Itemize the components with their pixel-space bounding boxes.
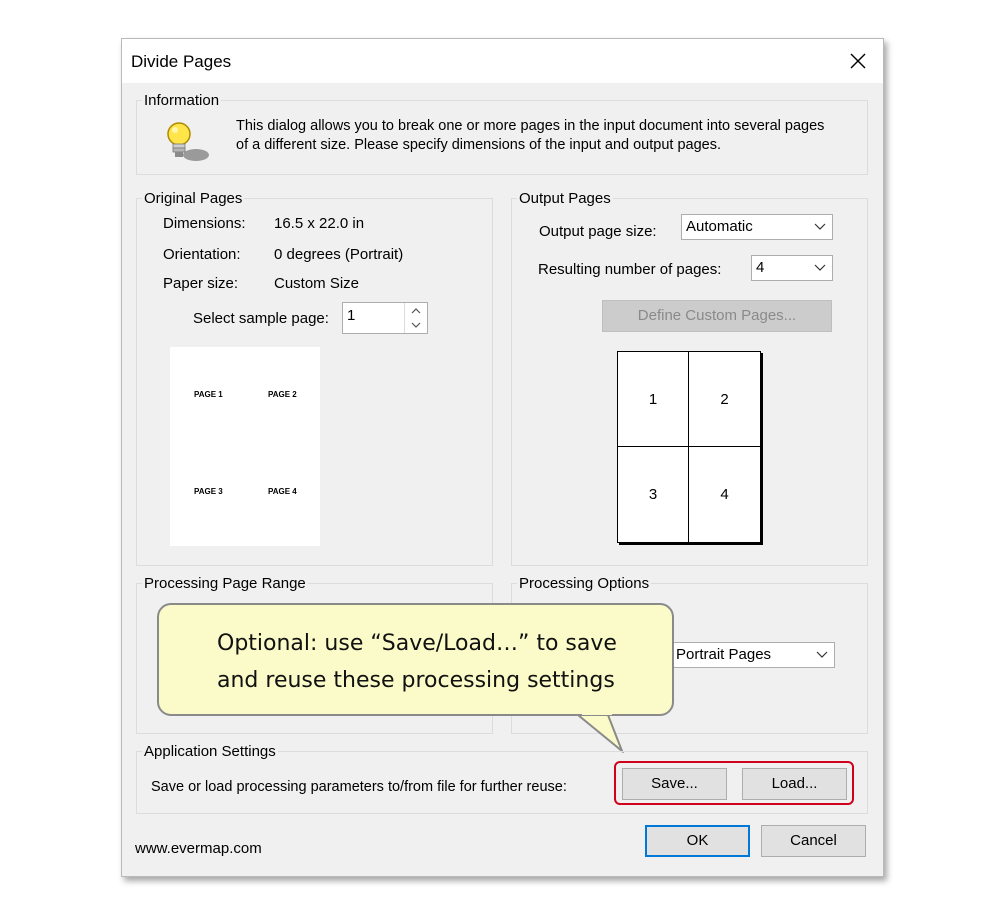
processing-range-title: Processing Page Range	[142, 575, 308, 592]
chevron-down-icon	[816, 651, 828, 658]
ok-button[interactable]: OK	[645, 825, 750, 857]
spin-down-icon	[411, 322, 421, 328]
callout-pointer-cover	[582, 711, 612, 715]
output-page-size-value: Automatic	[686, 218, 753, 235]
original-pages-title: Original Pages	[142, 190, 245, 207]
resulting-pages-value: 4	[756, 259, 765, 276]
information-text-line1: This dialog allows you to break one or m…	[236, 118, 825, 134]
dimensions-value: 16.5 x 22.0 in	[274, 215, 365, 232]
define-custom-pages-label: Define Custom Pages...	[637, 307, 797, 324]
callout-pointer	[578, 714, 624, 753]
information-title: Information	[142, 92, 222, 109]
close-icon[interactable]	[844, 47, 872, 75]
cancel-button[interactable]: Cancel	[761, 825, 866, 857]
dimensions-label: Dimensions:	[163, 215, 246, 232]
output-page-size-label: Output page size:	[539, 223, 657, 240]
resulting-pages-label: Resulting number of pages:	[538, 261, 722, 278]
chevron-down-icon	[814, 223, 826, 230]
orientation-value: 0 degrees (Portrait)	[274, 246, 404, 263]
title-bar[interactable]: Divide Pages	[122, 39, 883, 83]
grid-cell-number: 4	[720, 486, 729, 503]
thumb-label: PAGE 4	[268, 487, 297, 496]
tip-callout: Optional: use “Save/Load…” to save and r…	[157, 603, 674, 716]
output-page-size-select[interactable]: Automatic	[681, 214, 833, 240]
chevron-down-icon	[814, 264, 826, 271]
processing-options-select[interactable]: Portrait Pages	[662, 642, 835, 668]
callout-line1: Optional: use “Save/Load…” to save	[217, 631, 617, 656]
output-grid-cell: 2	[688, 351, 761, 447]
application-settings-title: Application Settings	[142, 743, 278, 760]
sample-page-value[interactable]: 1	[347, 307, 355, 324]
application-settings-description: Save or load processing parameters to/fr…	[151, 779, 567, 795]
output-page-grid: 1 2 3 4	[617, 351, 761, 543]
sample-page-label: Select sample page:	[193, 310, 329, 327]
spinner-up-button[interactable]	[404, 303, 427, 318]
define-custom-pages-button[interactable]: Define Custom Pages...	[602, 300, 832, 332]
lightbulb-icon	[167, 122, 209, 161]
information-text-line2: of a different size. Please specify dime…	[236, 137, 721, 153]
load-button[interactable]: Load...	[742, 768, 847, 800]
ok-button-label: OK	[686, 832, 709, 849]
spin-up-icon	[411, 308, 421, 314]
sample-page-spinner[interactable]: 1	[342, 302, 428, 334]
save-button[interactable]: Save...	[622, 768, 727, 800]
sample-page-preview: PAGE 1 PAGE 2 PAGE 3 PAGE 4	[170, 347, 320, 546]
resulting-pages-select[interactable]: 4	[751, 255, 833, 281]
load-button-label: Load...	[771, 775, 818, 792]
output-pages-title: Output Pages	[517, 190, 613, 207]
spinner-down-button[interactable]	[404, 318, 427, 333]
grid-cell-number: 2	[720, 390, 729, 408]
paper-size-value: Custom Size	[274, 275, 360, 292]
callout-text: Optional: use “Save/Load…” to save and r…	[217, 625, 617, 699]
cancel-button-label: Cancel	[790, 832, 837, 849]
thumb-label: PAGE 1	[194, 390, 223, 399]
thumb-label: PAGE 3	[194, 487, 223, 496]
save-button-label: Save...	[651, 775, 698, 792]
website-link[interactable]: www.evermap.com	[135, 840, 262, 857]
processing-options-title: Processing Options	[517, 575, 652, 592]
processing-options-value: Portrait Pages	[676, 646, 772, 663]
callout-line2: and reuse these processing settings	[217, 668, 615, 693]
paper-size-label: Paper size:	[163, 275, 239, 292]
orientation-label: Orientation:	[163, 246, 241, 263]
output-grid-cell: 1	[617, 351, 689, 447]
output-grid-cell: 3	[617, 446, 689, 543]
grid-cell-number: 3	[648, 486, 658, 503]
grid-cell-number: 1	[648, 390, 658, 408]
dialog-title: Divide Pages	[131, 52, 232, 71]
output-grid-cell: 4	[688, 446, 761, 543]
thumb-label: PAGE 2	[268, 390, 297, 399]
